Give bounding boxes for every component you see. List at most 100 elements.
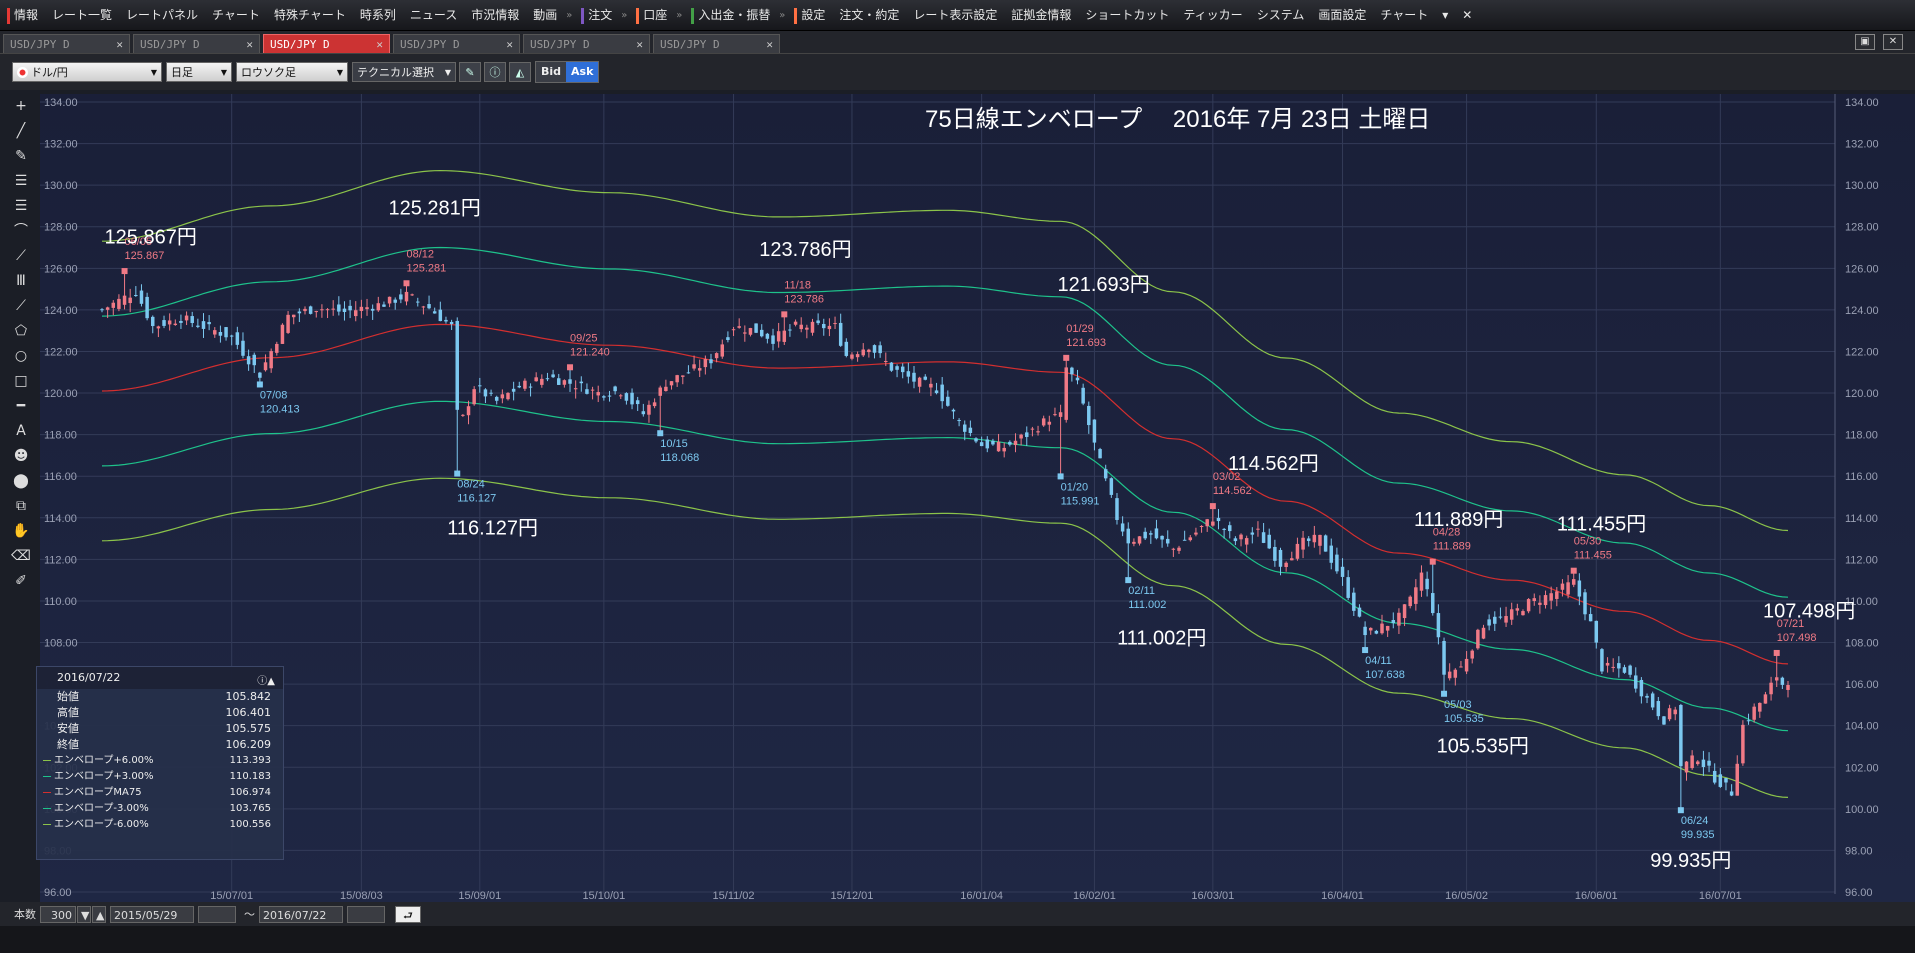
chart-toolbar: ドル/円 ▼ 日足 ▼ ロウソク足 ▼ テクニカル選択 ▼ ✎ ⓘ ◭ Bid … (0, 54, 1915, 90)
vertical-lines-icon[interactable]: Ⅲ (8, 269, 34, 294)
peak-date-label: 08/12 (406, 248, 434, 260)
price-annotation: 105.535円 (1437, 736, 1529, 758)
menu-item-13[interactable]: 注文・約定 (832, 0, 906, 30)
circle-icon[interactable]: ○ (8, 344, 34, 369)
timeframe-select[interactable]: 日足 ▼ (166, 62, 232, 82)
chart-type-select[interactable]: ロウソク足 ▼ (236, 62, 348, 82)
price-annotation: 121.693円 (1058, 274, 1150, 296)
close-tab-icon[interactable]: ✕ (506, 35, 513, 54)
edit-icon[interactable]: ✐ (8, 569, 34, 594)
ruler-icon[interactable]: ✎ (8, 144, 34, 169)
hand-icon[interactable]: ✋ (8, 519, 34, 544)
y-tick-label-left: 116.00 (44, 471, 77, 483)
to-time-input[interactable] (347, 905, 385, 923)
crosshair-icon[interactable]: + (8, 94, 34, 119)
fan-icon[interactable]: ⟋ (8, 244, 34, 269)
close-tab-icon[interactable]: ✕ (246, 35, 253, 54)
horizontal-lines-icon[interactable]: ☰ (8, 194, 34, 219)
copy-icon[interactable]: ⧉ (8, 494, 34, 519)
menu-dropdown-icon[interactable]: ▾ (1435, 0, 1455, 30)
menu-item-11[interactable]: 入出金・振替 (684, 0, 777, 30)
menu-item-6[interactable]: ニュース (403, 0, 464, 30)
y-tick-label-left: 96.00 (44, 887, 72, 899)
close-tab-icon[interactable]: ✕ (766, 35, 773, 54)
menu-item-12[interactable]: 設定 (787, 0, 832, 30)
bar-count-input[interactable]: 300 (40, 905, 76, 923)
to-date-input[interactable]: 2016/07/22 (259, 905, 343, 923)
menu-item-0[interactable]: 情報 (0, 0, 45, 30)
close-tab-icon[interactable]: ✕ (636, 35, 643, 54)
menu-item-8[interactable]: 動画 (526, 0, 564, 30)
bar-count-stepper-up-icon[interactable]: ▲ (92, 905, 106, 923)
trendline-icon[interactable]: ╱ (8, 119, 34, 144)
menu-item-17[interactable]: ティッカー (1176, 0, 1249, 30)
peak-date-label: 05/30 (1574, 536, 1602, 548)
hline-icon[interactable]: ━ (8, 394, 34, 419)
menu-item-7[interactable]: 市況情報 (464, 0, 526, 30)
chart-tab-3[interactable]: USD/JPY D ✕ (393, 34, 520, 53)
candlestick-chart[interactable]: 134.00 134.00 132.00 132.00 130.00 130.00 128.… (40, 94, 1915, 902)
pentagon-icon[interactable]: ⬠ (8, 319, 34, 344)
bid-button[interactable]: Bid (536, 62, 567, 82)
technical-select-button[interactable]: テクニカル選択 ▼ (352, 62, 456, 82)
menu-item-label: 画面設定 (1318, 8, 1367, 22)
candle (1109, 477, 1114, 498)
mountain-chart-icon[interactable]: ◭ (509, 62, 531, 82)
from-time-input[interactable] (198, 905, 236, 923)
series-swatch (43, 759, 51, 761)
menu-item-10[interactable]: 口座 (629, 0, 674, 30)
menu-item-14[interactable]: レート表示設定 (906, 0, 1004, 30)
currency-pair-select[interactable]: ドル/円 ▼ (12, 62, 162, 82)
menu-item-15[interactable]: 証拠金情報 (1004, 0, 1078, 30)
close-tab-icon[interactable]: ✕ (116, 35, 123, 54)
icon-icon[interactable]: ☻ (8, 444, 34, 469)
menu-item-4[interactable]: 特殊チャート (267, 0, 353, 30)
chart-tab-5[interactable]: USD/JPY D ✕ (653, 34, 780, 53)
parallel-lines-icon[interactable]: ☰ (8, 169, 34, 194)
menu-item-label: チャート (1380, 8, 1429, 22)
peak-date-label: 01/29 (1066, 323, 1094, 335)
object-icon[interactable]: ⬤ (8, 469, 34, 494)
peak-marker (1125, 577, 1132, 584)
maximize-icon[interactable]: ▣ (1855, 34, 1875, 50)
y-tick-label-right: 132.00 (1845, 139, 1879, 151)
pen-icon[interactable]: ✎ (459, 62, 481, 82)
x-tick-label: 15/09/01 (458, 890, 501, 902)
menu-item-20[interactable]: チャート (1373, 0, 1435, 30)
menu-item-9[interactable]: 注文 (574, 0, 619, 30)
menu-item-3[interactable]: チャート (205, 0, 267, 30)
y-tick-label-left: 114.00 (44, 513, 77, 525)
chart-area[interactable]: 134.00 134.00 132.00 132.00 130.00 130.00 128.… (40, 94, 1915, 902)
ask-button[interactable]: Ask (566, 62, 599, 82)
chart-tab-4[interactable]: USD/JPY D ✕ (523, 34, 650, 53)
menu-item-5[interactable]: 時系列 (353, 0, 403, 30)
chart-tab-label: USD/JPY D (660, 38, 720, 51)
bar-count-stepper-down-icon[interactable]: ▼ (77, 905, 91, 923)
text-icon[interactable]: A (8, 419, 34, 444)
close-window-icon[interactable]: ✕ (1883, 34, 1903, 50)
peak-marker (1441, 690, 1448, 697)
close-tab-icon[interactable]: ✕ (376, 35, 383, 54)
y-tick-label-left: 132.00 (44, 139, 78, 151)
menu-item-19[interactable]: 画面設定 (1311, 0, 1373, 30)
info-icon[interactable]: ⓘ (484, 62, 506, 82)
chart-tab-2[interactable]: USD/JPY D ✕ (263, 34, 390, 53)
info-row: 高値 106.401 (37, 705, 283, 721)
channel-icon[interactable]: ⟋ (8, 294, 34, 319)
from-date-input[interactable]: 2015/05/29 (110, 905, 194, 923)
chart-tab-1[interactable]: USD/JPY D ✕ (133, 34, 260, 53)
menu-item-2[interactable]: レートパネル (119, 0, 205, 30)
bid-ask-toggle[interactable]: Bid Ask (535, 61, 600, 83)
price-annotation: 111.889円 (1414, 509, 1503, 531)
menu-item-18[interactable]: システム (1250, 0, 1312, 30)
rectangle-icon[interactable]: □ (8, 369, 34, 394)
menu-item-16[interactable]: ショートカット (1078, 0, 1176, 30)
menu-close-icon[interactable]: ✕ (1455, 0, 1479, 30)
eraser-icon[interactable]: ⌫ (8, 544, 34, 569)
peak-marker (121, 268, 128, 275)
menu-color-marker (7, 7, 10, 24)
menu-item-1[interactable]: レート一覧 (45, 0, 119, 30)
apply-range-icon[interactable]: ⮐ (395, 905, 421, 923)
fibonacci-arc-icon[interactable]: ⌒ (8, 219, 34, 244)
chart-tab-0[interactable]: USD/JPY D ✕ (3, 34, 130, 53)
